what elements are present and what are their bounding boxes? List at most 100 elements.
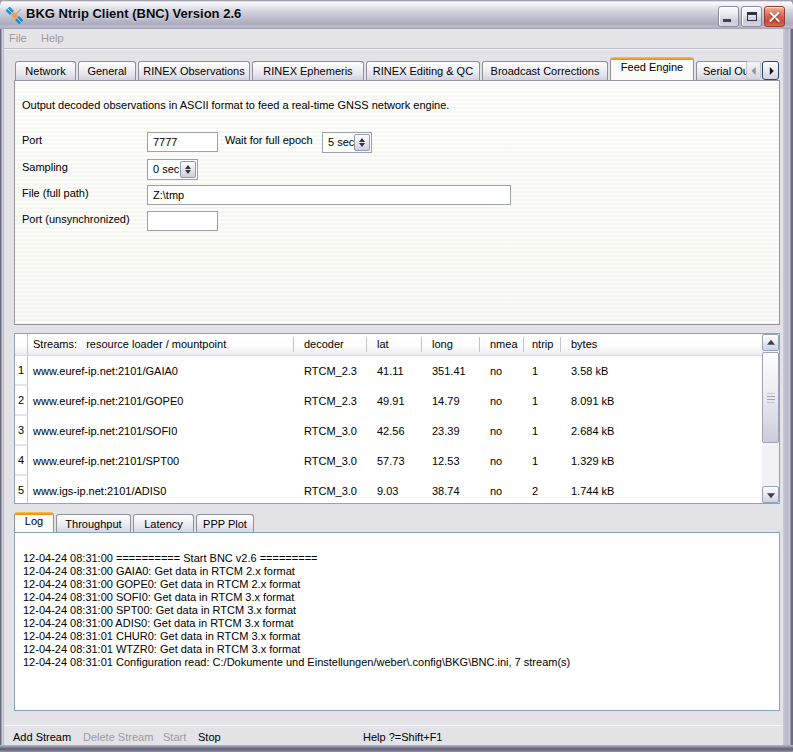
menu-item[interactable]: Help [41,32,64,44]
port-unsynchronized-label: Port (unsynchronized) [22,209,130,229]
cell-decoder: RTCM_2.3 [294,356,367,386]
window-border-right [783,0,793,752]
feed-engine-pane: Output decoded observations in ASCII for… [14,80,780,325]
chevron-right-icon [769,67,773,75]
cell-lat: 42.56 [367,416,422,446]
port-label: Port [22,130,42,150]
sampling-spinbox[interactable]: 0 sec [147,159,198,180]
app-window: BKG Ntrip Client (BNC) Version 2.6 File H… [0,0,793,752]
cell-stream: www.igs-ip.net:2101/ADIS0 [28,476,294,503]
main-tab[interactable]: RINEX Editing & QC [366,61,480,80]
window-border-bottom [0,745,793,752]
cell-decoder: RTCM_3.0 [294,446,367,476]
cell-lat: 57.73 [367,446,422,476]
scroll-up-button[interactable] [762,334,779,351]
spinner-buttons[interactable] [180,161,196,178]
cell-ntrip: 1 [524,446,561,476]
tab-scroll-right-button[interactable] [762,61,779,80]
toolbar-button[interactable]: Stop [198,731,221,743]
spin-down-icon [359,143,365,147]
spinner-buttons[interactable] [354,134,370,151]
cell-bytes: 8.091 kB [561,386,762,416]
wait-for-full-epoch-spinbox[interactable]: 5 sec [322,132,372,153]
row-header-corner [15,334,28,355]
bottom-tab[interactable]: Throughput [56,514,131,533]
cell-decoder: RTCM_2.3 [294,386,367,416]
file-full-path-input[interactable]: Z:\tmp [147,185,511,205]
close-icon [765,7,784,26]
stream-row[interactable]: 2 www.euref-ip.net:2101/GOPE0 RTCM_2.3 4… [15,386,762,416]
cell-nmea: no [480,446,524,476]
scrollbar-thumb[interactable] [762,352,779,443]
main-tab[interactable]: Broadcast Corrections [482,61,608,80]
toolbar-button[interactable]: Start [163,731,186,743]
cell-decoder: RTCM_3.0 [294,476,367,503]
stream-row[interactable]: 5 www.igs-ip.net:2101/ADIS0 RTCM_3.0 9.0… [15,476,762,503]
port-unsynchronized-input[interactable] [147,211,218,231]
help-shortcut-label: Help ?=Shift+F1 [363,731,443,743]
column-header-long[interactable]: long [422,334,480,355]
cell-nmea: no [480,416,524,446]
toolbar-button[interactable]: Add Stream [13,731,71,743]
row-number: 2 [15,386,28,416]
cell-bytes: 3.58 kB [561,356,762,386]
log-line: 12-04-24 08:31:00 ========== Start BNC v… [23,552,775,565]
column-header-nmea[interactable]: nmea [480,334,524,355]
spin-up-icon [185,165,191,169]
column-header-bytes[interactable]: bytes [561,334,762,355]
main-tab[interactable]: Feed Engine [610,57,694,80]
scrollbar-grip [767,393,775,402]
stream-row[interactable]: 4 www.euref-ip.net:2101/SPT00 RTCM_3.0 5… [15,446,762,476]
bottom-tab[interactable]: PPP Plot [196,514,254,533]
sampling-label: Sampling [22,157,68,177]
minimize-button[interactable] [718,6,739,27]
cell-nmea: no [480,356,524,386]
menu-item[interactable]: File [9,32,27,44]
stream-row[interactable]: 1 www.euref-ip.net:2101/GAIA0 RTCM_2.3 4… [15,356,762,386]
log-line: 12-04-24 08:31:01 WTZR0: Get data in RTC… [23,643,775,656]
cell-ntrip: 2 [524,476,561,503]
main-tab[interactable]: General [78,61,136,80]
row-number: 3 [15,416,28,446]
bottom-toolbar: Add Stream Delete Stream Start Stop Help ?=… [4,725,789,746]
column-header-ntrip[interactable]: ntrip [524,334,561,355]
cell-stream: www.euref-ip.net:2101/GAIA0 [28,356,294,386]
window-title: BKG Ntrip Client (BNC) Version 2.6 [26,6,241,21]
main-tab[interactable]: RINEX Ephemeris [252,61,364,80]
streams-table-header: Streams: resource loader / mountpoint de… [15,334,762,356]
log-pane: 12-04-24 08:31:00 ========== Start BNC v… [14,532,780,711]
main-tab[interactable]: Network [15,61,76,80]
cell-ntrip: 1 [524,386,561,416]
main-tab-bar: NetworkGeneralRINEX ObservationsRINEX Ep… [15,57,750,80]
title-bar[interactable]: BKG Ntrip Client (BNC) Version 2.6 [0,0,793,29]
menu-bar: File Help [4,29,789,49]
column-header-decoder[interactable]: decoder [294,334,367,355]
table-scrollbar[interactable] [762,334,779,503]
bottom-tab[interactable]: Log [14,512,54,533]
stream-row[interactable]: 3 www.euref-ip.net:2101/SOFI0 RTCM_3.0 4… [15,416,762,446]
cell-lat: 41.11 [367,356,422,386]
close-button[interactable] [764,6,785,27]
row-number: 5 [15,476,28,503]
wait-for-full-epoch-label: Wait for full epoch [225,130,313,150]
column-header-lat[interactable]: lat [367,334,422,355]
window-border-left [0,0,4,752]
scroll-down-button[interactable] [762,486,779,503]
cell-ntrip: 1 [524,356,561,386]
cell-long: 351.41 [422,356,480,386]
column-header-streams[interactable]: Streams: resource loader / mountpoint [28,334,294,355]
maximize-button[interactable] [741,6,762,27]
bottom-tab[interactable]: Latency [133,514,194,533]
file-full-path-label: File (full path) [22,183,89,203]
cell-nmea: no [480,476,524,503]
main-tab[interactable]: Serial Ou [696,61,750,80]
tab-scroll-left-button[interactable] [746,61,761,80]
arrow-up-icon [767,339,775,344]
log-output[interactable]: 12-04-24 08:31:00 ========== Start BNC v… [23,552,775,669]
cell-bytes: 2.684 kB [561,416,762,446]
log-line: 12-04-24 08:31:00 ADIS0: Get data in RTC… [23,617,775,630]
port-input[interactable]: 7777 [147,132,218,152]
log-line: 12-04-24 08:31:00 SPT00: Get data in RTC… [23,604,775,617]
main-tab[interactable]: RINEX Observations [138,61,250,80]
toolbar-button[interactable]: Delete Stream [83,731,153,743]
